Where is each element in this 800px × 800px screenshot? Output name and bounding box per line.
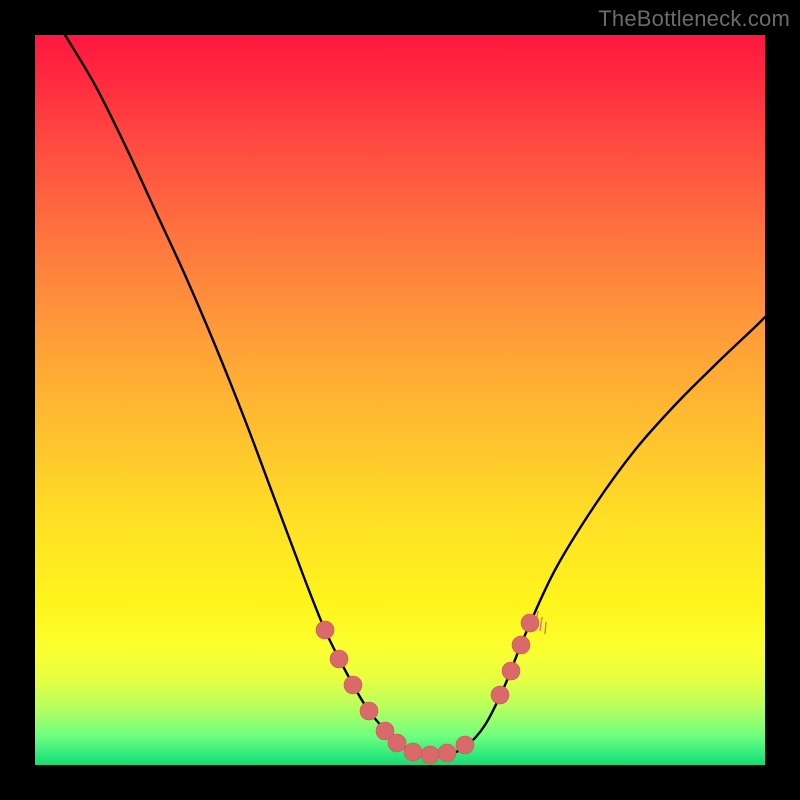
curve-marker (438, 744, 456, 762)
curve-marker (491, 686, 509, 704)
curve-marker (502, 662, 520, 680)
outer-frame: TheBottleneck.com (0, 0, 800, 800)
curve-marker (404, 743, 422, 761)
curve-marker (388, 734, 406, 752)
curve-marker (421, 746, 439, 764)
curve-marker (360, 702, 378, 720)
bottleneck-curve (65, 35, 765, 756)
curve-layer (35, 35, 765, 765)
curve-marker (344, 676, 362, 694)
watermark-text: TheBottleneck.com (598, 6, 790, 32)
curve-marker (456, 736, 474, 754)
curve-marker (330, 650, 348, 668)
curve-markers (316, 614, 539, 764)
plot-area (35, 35, 765, 765)
curve-marker (512, 636, 530, 654)
curve-marker (316, 621, 334, 639)
